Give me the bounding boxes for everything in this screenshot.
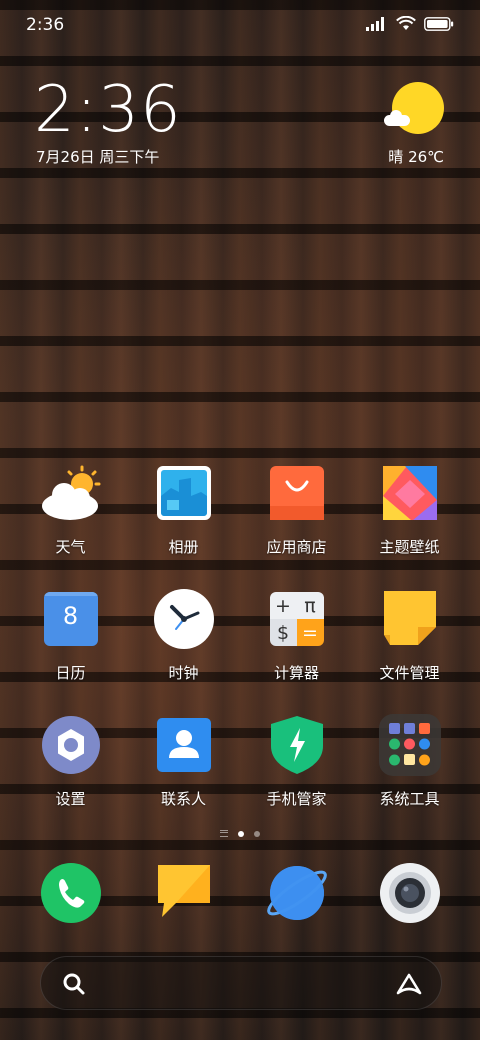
app-weather[interactable]: 天气 bbox=[14, 462, 127, 570]
calendar-icon: 8 bbox=[40, 588, 102, 650]
app-drawer-menu-icon[interactable] bbox=[220, 830, 228, 837]
dock-browser[interactable] bbox=[240, 862, 353, 928]
app-contacts[interactable]: 联系人 bbox=[127, 714, 240, 822]
app-label: 应用商店 bbox=[266, 538, 327, 556]
app-label: 设置 bbox=[55, 790, 86, 808]
search-bar[interactable] bbox=[40, 956, 442, 1010]
battery-icon bbox=[424, 16, 454, 31]
cloud-icon bbox=[384, 110, 410, 126]
app-gallery[interactable]: 相册 bbox=[127, 462, 240, 570]
app-label: 文件管理 bbox=[379, 664, 440, 682]
calc-plus: + bbox=[269, 592, 297, 619]
weather-widget-text: 晴 26℃ bbox=[388, 148, 444, 166]
themes-icon bbox=[379, 462, 441, 524]
assistant-icon[interactable] bbox=[395, 971, 423, 997]
phone-icon bbox=[40, 862, 102, 924]
calc-dollar: $ bbox=[269, 619, 297, 646]
dock-phone[interactable] bbox=[14, 862, 127, 928]
app-file-manager[interactable]: 文件管理 bbox=[353, 588, 466, 696]
status-bar: 2:36 bbox=[0, 0, 480, 50]
gallery-icon bbox=[153, 462, 215, 524]
calc-pi: π bbox=[296, 592, 324, 619]
sun-icon bbox=[392, 82, 444, 134]
status-icons bbox=[366, 16, 454, 31]
calculator-icon: + π $ = bbox=[266, 588, 328, 650]
app-label: 手机管家 bbox=[266, 790, 327, 808]
signal-icon bbox=[366, 16, 384, 31]
app-calculator[interactable]: + π $ = 计算器 bbox=[240, 588, 353, 696]
calendar-day: 8 bbox=[62, 602, 79, 630]
app-label: 主题壁纸 bbox=[379, 538, 440, 556]
dock-camera[interactable] bbox=[353, 862, 466, 928]
app-label: 天气 bbox=[55, 538, 86, 556]
browser-icon bbox=[266, 862, 328, 924]
clock-widget-time[interactable]: 2:36 bbox=[34, 78, 182, 142]
app-label: 日历 bbox=[55, 664, 86, 682]
app-security[interactable]: 手机管家 bbox=[240, 714, 353, 822]
app-label: 联系人 bbox=[160, 790, 206, 808]
system-tools-folder-icon bbox=[378, 714, 441, 776]
wifi-icon bbox=[396, 16, 416, 30]
app-settings[interactable]: 设置 bbox=[14, 714, 127, 822]
settings-icon bbox=[40, 714, 102, 776]
status-time: 2:36 bbox=[26, 15, 65, 35]
app-themes[interactable]: 主题壁纸 bbox=[353, 462, 466, 570]
app-clock[interactable]: 时钟 bbox=[127, 588, 240, 696]
app-label: 系统工具 bbox=[379, 790, 440, 808]
camera-icon bbox=[379, 862, 441, 924]
messages-icon bbox=[153, 862, 215, 924]
app-label: 相册 bbox=[168, 538, 199, 556]
app-calendar[interactable]: 8 日历 bbox=[14, 588, 127, 696]
dock bbox=[14, 862, 466, 928]
weather-icon bbox=[40, 462, 102, 524]
app-label: 计算器 bbox=[273, 664, 319, 682]
page-dot-active[interactable] bbox=[238, 830, 244, 837]
app-system-tools-folder[interactable]: 系统工具 bbox=[353, 714, 466, 822]
app-store-icon bbox=[266, 462, 328, 524]
app-label: 时钟 bbox=[168, 664, 199, 682]
page-indicator[interactable] bbox=[0, 830, 480, 837]
clock-icon bbox=[153, 588, 215, 650]
weather-widget[interactable]: 晴 26℃ bbox=[364, 82, 444, 172]
dock-messages[interactable] bbox=[127, 862, 240, 928]
search-icon[interactable] bbox=[61, 971, 87, 997]
file-manager-icon bbox=[379, 588, 441, 650]
calc-equals: = bbox=[296, 619, 324, 646]
contacts-icon bbox=[153, 714, 215, 776]
security-icon bbox=[266, 714, 328, 776]
clock-widget-date: 7月26日 周三下午 bbox=[36, 148, 160, 166]
page-dot[interactable] bbox=[254, 830, 260, 837]
app-grid: 天气 相册 应用商店 主题壁纸 8 日历 时钟 + π $ = 计算器 文件管理… bbox=[14, 462, 466, 822]
app-store[interactable]: 应用商店 bbox=[240, 462, 353, 570]
